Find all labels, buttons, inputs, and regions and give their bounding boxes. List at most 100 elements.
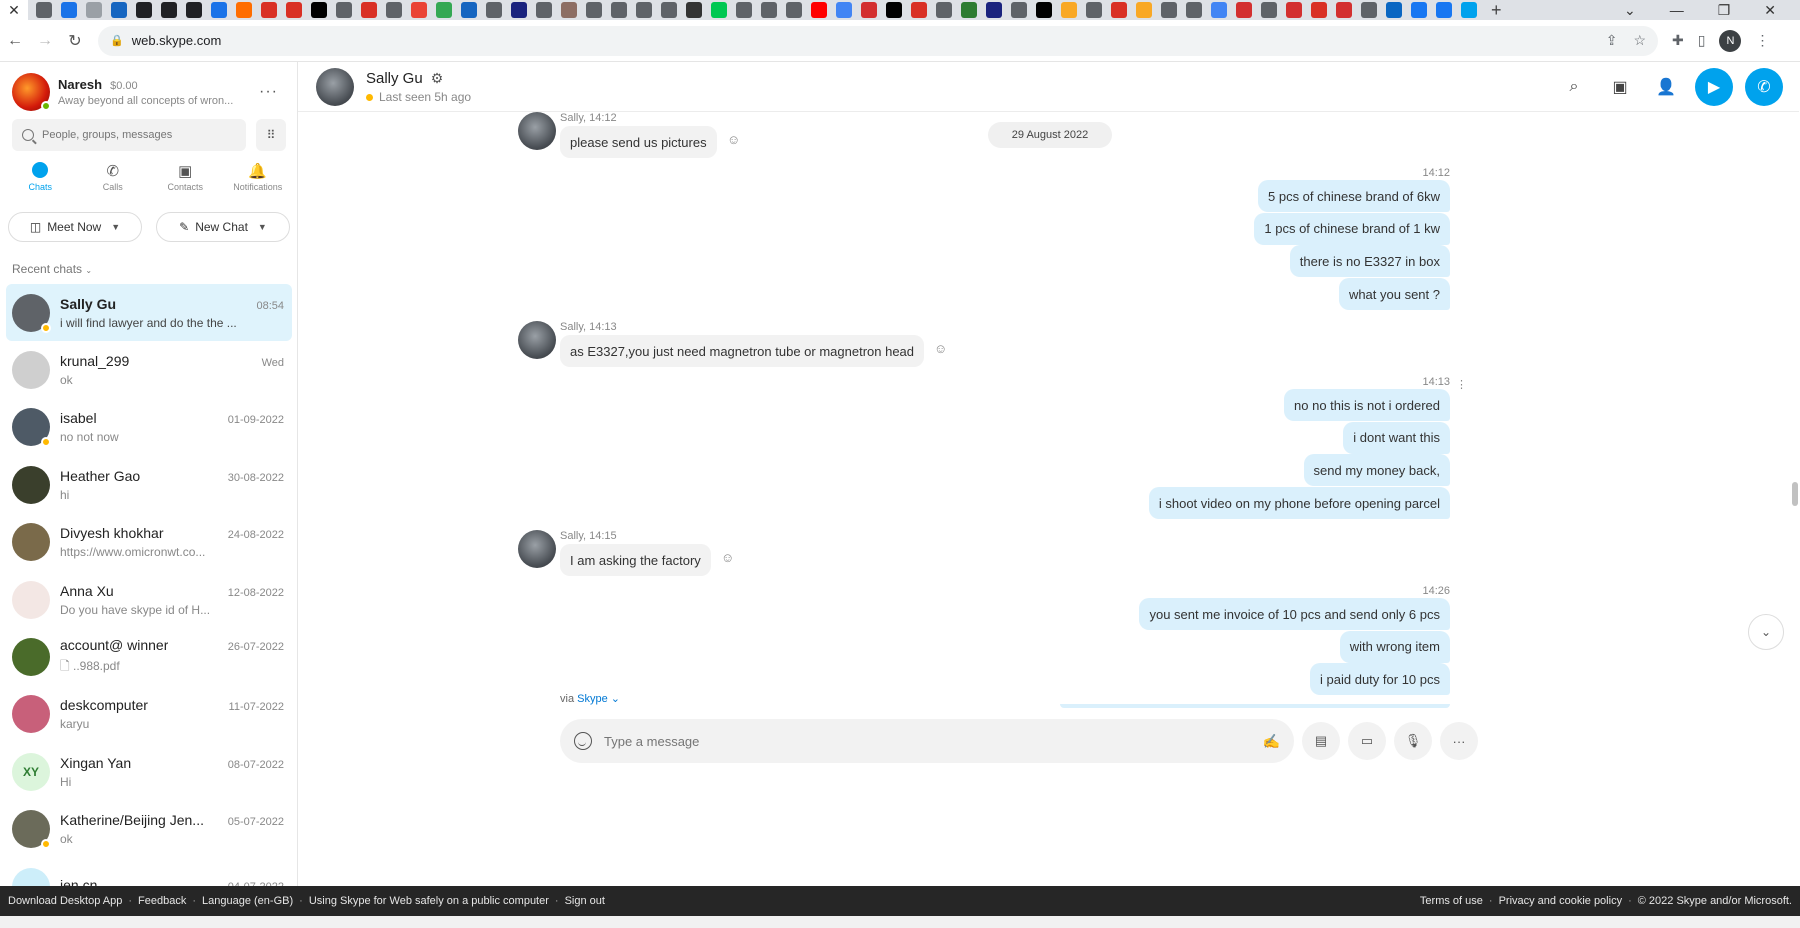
message-bubble[interactable]: send my money back, <box>1303 454 1450 487</box>
scroll-to-bottom-button[interactable]: ⌄ <box>1748 614 1784 650</box>
generic-icon[interactable] <box>1036 2 1052 18</box>
generic-icon[interactable] <box>386 2 402 18</box>
list-item[interactable]: Anna Xu 12-08-2022 Do you have skype id of… <box>6 571 292 628</box>
footer-link[interactable]: Language (en-GB) <box>202 895 293 907</box>
omnibox[interactable]: 🔒 web.skype.com ⇪ ☆ <box>98 25 1658 56</box>
generic-icon[interactable] <box>461 2 477 18</box>
generic-icon[interactable] <box>911 2 927 18</box>
generic-icon[interactable] <box>686 2 702 18</box>
avatar[interactable] <box>12 867 50 886</box>
list-item[interactable]: krunal_299 Wed ok <box>6 341 292 398</box>
message-bubble[interactable]: you sent me invoice of 10 pcs and send o… <box>1139 598 1450 630</box>
extensions-icon[interactable]: ✚ <box>1672 32 1684 49</box>
search-input[interactable] <box>42 129 232 141</box>
tab-close-icon[interactable]: ✕ <box>8 2 20 19</box>
react-emoji-icon[interactable]: ☺ <box>934 341 947 356</box>
more-options-icon[interactable]: ··· <box>259 83 288 101</box>
generic-icon[interactable] <box>1311 2 1327 18</box>
list-item[interactable]: Katherine/Beijing Jen... 05-07-2022 ok <box>6 801 292 858</box>
linkedin-icon[interactable] <box>1386 2 1402 18</box>
generic-icon[interactable] <box>1336 2 1352 18</box>
generic-icon[interactable] <box>661 2 677 18</box>
generic-icon[interactable] <box>1086 2 1102 18</box>
message-bubble[interactable]: 5 pcs of chinese brand of 6kw <box>1258 180 1450 212</box>
add-people-icon[interactable]: 👤 <box>1649 70 1683 104</box>
avatar[interactable] <box>12 465 50 504</box>
list-item[interactable]: jen cn04-07-2022 <box>6 858 292 886</box>
tab-contacts[interactable]: ▣ Contacts <box>151 162 219 206</box>
generic-icon[interactable] <box>536 2 552 18</box>
search-box[interactable] <box>12 119 246 151</box>
url-text[interactable]: web.skype.com <box>132 33 222 48</box>
generic-icon[interactable] <box>561 2 577 18</box>
generic-icon[interactable] <box>86 2 102 18</box>
generic-icon[interactable] <box>186 2 202 18</box>
generic-icon[interactable] <box>761 2 777 18</box>
audio-call-icon[interactable]: ✆ <box>1745 68 1783 106</box>
generic-icon[interactable] <box>736 2 752 18</box>
generic-icon[interactable] <box>1061 2 1077 18</box>
footer-link[interactable]: Feedback <box>138 895 186 907</box>
generic-icon[interactable] <box>436 2 452 18</box>
gmail-icon[interactable] <box>411 2 427 18</box>
footer-link[interactable]: Privacy and cookie policy <box>1499 895 1623 907</box>
generic-icon[interactable] <box>311 2 327 18</box>
message-bubble[interactable]: with wrong item <box>1339 630 1450 663</box>
avatar[interactable] <box>12 73 51 111</box>
forward-icon[interactable]: → <box>30 32 60 50</box>
share-icon[interactable]: ⇪ <box>1606 32 1618 49</box>
message-bubble[interactable]: please send us pictures <box>560 126 717 158</box>
avatar[interactable] <box>12 580 50 619</box>
message-bubble[interactable]: 1 pcs of chinese brand of 1 kw <box>1254 212 1450 245</box>
conversation-title[interactable]: Sally Gu ⚙ <box>366 70 443 87</box>
generic-icon[interactable] <box>861 2 877 18</box>
scrollbar-thumb[interactable] <box>1792 482 1798 506</box>
generic-icon[interactable] <box>361 2 377 18</box>
generic-icon[interactable] <box>611 2 627 18</box>
message-bubble[interactable]: i paid duty for 10 pcs <box>1310 663 1450 696</box>
restore-icon[interactable]: ❐ <box>1718 2 1731 19</box>
generic-icon[interactable] <box>261 2 277 18</box>
message-bubble[interactable]: i shoot video on my phone before opening… <box>1148 487 1450 520</box>
generic-icon[interactable] <box>786 2 802 18</box>
generic-icon[interactable] <box>511 2 527 18</box>
generic-icon[interactable] <box>936 2 952 18</box>
footer-link[interactable]: Download Desktop App <box>8 895 122 907</box>
new-chat-button[interactable]: ✎ New Chat ▼ <box>156 212 290 242</box>
message-bubble[interactable]: I am asking the factory <box>560 544 711 576</box>
avatar[interactable] <box>518 530 556 568</box>
message-options-icon[interactable]: ⋮ <box>1456 378 1467 391</box>
avatar[interactable] <box>12 523 50 562</box>
avatar[interactable]: XY <box>12 752 50 791</box>
avatar[interactable] <box>12 695 50 734</box>
close-window-icon[interactable]: ✕ <box>1764 2 1776 19</box>
dialpad-icon[interactable]: ⠿ <box>256 119 286 151</box>
chevron-down-icon[interactable]: ⌄ <box>1624 2 1636 19</box>
list-item[interactable]: isabel 01-09-2022 no not now <box>6 399 292 456</box>
generic-icon[interactable] <box>1186 2 1202 18</box>
pen-icon[interactable]: ✍ <box>1263 733 1280 750</box>
footer-link[interactable]: Using Skype for Web safely on a public c… <box>309 895 549 907</box>
bookmark-star-icon[interactable]: ☆ <box>1633 32 1646 49</box>
back-icon[interactable]: ← <box>0 32 30 50</box>
generic-icon[interactable] <box>61 2 77 18</box>
generic-icon[interactable] <box>111 2 127 18</box>
footer-link[interactable]: Terms of use <box>1420 895 1483 907</box>
generic-icon[interactable] <box>211 2 227 18</box>
footer-link[interactable]: Sign out <box>565 895 605 907</box>
generic-icon[interactable] <box>1161 2 1177 18</box>
search-icon[interactable]: ⌕ <box>1557 70 1591 104</box>
message-bubble[interactable]: no no this is not i ordered <box>1284 389 1450 421</box>
meet-now-button[interactable]: ◫ Meet Now ▼ <box>8 212 142 242</box>
list-item[interactable]: account@ winner 26-07-2022 🗋 ..988.pdf <box>6 628 292 685</box>
list-item[interactable]: Sally Gu 08:54 i will find lawyer and do t… <box>6 284 292 342</box>
generic-icon[interactable] <box>1361 2 1377 18</box>
generic-icon[interactable] <box>961 2 977 18</box>
generic-icon[interactable] <box>1111 2 1127 18</box>
generic-icon[interactable] <box>1261 2 1277 18</box>
gear-icon[interactable]: ⚙ <box>431 70 444 87</box>
generic-icon[interactable] <box>711 2 727 18</box>
new-tab-icon[interactable]: + <box>1491 1 1502 19</box>
message-bubble[interactable]: there is no E3327 in box <box>1289 245 1450 278</box>
list-item[interactable]: XY Xingan Yan 08-07-2022 Hi <box>6 743 292 800</box>
